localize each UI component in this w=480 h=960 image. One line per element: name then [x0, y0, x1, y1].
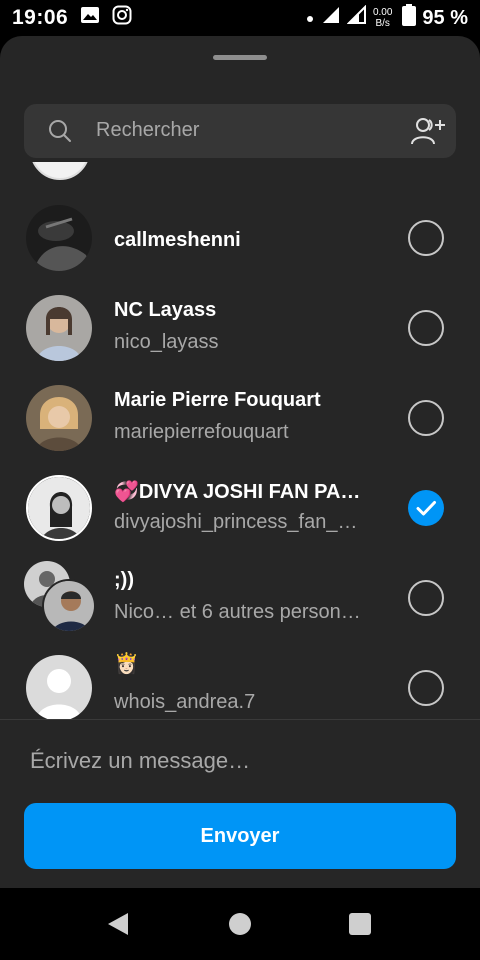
contact-name: NC Layass: [114, 299, 217, 321]
drag-handle[interactable]: [213, 55, 267, 60]
list-item[interactable]: 👸🏻 whois_andrea.7: [0, 643, 480, 720]
avatar: [26, 295, 92, 361]
default-avatar-icon: [26, 655, 92, 720]
status-bar: 19:06 0.00 B/s 95 %: [0, 0, 480, 36]
net-speed-unit: B/s: [375, 18, 390, 29]
contact-username: nico_layass: [114, 331, 219, 353]
home-icon[interactable]: [229, 913, 251, 935]
list-item[interactable]: Marie Pierre Fouquart mariepierrefouquar…: [0, 373, 480, 463]
signal-icon: [346, 4, 367, 31]
share-sheet: Rechercher callmeshenni NC Layass nico_l…: [0, 36, 480, 888]
contact-username: mariepierrefouquart: [114, 421, 289, 443]
select-radio[interactable]: [408, 310, 444, 346]
add-people-icon[interactable]: [410, 116, 446, 146]
avatar: [26, 385, 92, 451]
list-item[interactable]: NC Layass nico_layass: [0, 283, 480, 373]
select-radio[interactable]: [408, 220, 444, 256]
contact-name: Marie Pierre Fouquart: [114, 389, 321, 411]
navigation-bar: [0, 888, 480, 960]
list-item[interactable]: ;)) Nico… et 6 autres person…: [0, 553, 480, 643]
divider: [0, 719, 480, 720]
recents-icon[interactable]: [349, 913, 371, 935]
checkmark-icon: [416, 501, 436, 516]
avatar: [26, 205, 92, 271]
contact-list[interactable]: callmeshenni NC Layass nico_layass Marie…: [0, 162, 480, 720]
contact-name: ;)): [114, 569, 134, 591]
dot-icon: [305, 6, 315, 30]
status-time: 19:06: [12, 6, 69, 29]
battery-percentage: 95 %: [422, 6, 468, 29]
back-icon[interactable]: [106, 912, 130, 941]
search-icon: [48, 119, 72, 143]
net-speed: 0.00 B/s: [373, 7, 392, 29]
instagram-icon: [112, 5, 132, 31]
select-radio[interactable]: [408, 670, 444, 706]
contact-name: 👸🏻: [114, 653, 139, 675]
gallery-icon: [80, 5, 100, 31]
search-input[interactable]: Rechercher: [96, 119, 199, 142]
signal-icon: [321, 5, 341, 31]
group-avatar: [24, 561, 96, 633]
list-item[interactable]: 💞DIVYA JOSHI FAN PA… divyajoshi_princess…: [0, 463, 480, 553]
select-radio[interactable]: [408, 400, 444, 436]
contact-name: callmeshenni: [114, 229, 241, 251]
avatar: [30, 162, 90, 180]
contact-name: 💞DIVYA JOSHI FAN PA…: [114, 481, 361, 503]
search-bar[interactable]: Rechercher: [24, 104, 456, 158]
battery-icon: [402, 4, 417, 32]
net-speed-value: 0.00: [372, 7, 393, 18]
contact-username: whois_andrea.7: [114, 691, 256, 713]
select-radio-checked[interactable]: [408, 490, 444, 526]
avatar: [26, 475, 92, 541]
send-button[interactable]: Envoyer: [24, 803, 456, 869]
contact-username: Nico… et 6 autres person…: [114, 601, 361, 623]
select-radio[interactable]: [408, 580, 444, 616]
contact-username: divyajoshi_princess_fan_…: [114, 511, 358, 533]
message-input[interactable]: Écrivez un message…: [30, 748, 250, 774]
list-item[interactable]: callmeshenni: [0, 193, 480, 283]
